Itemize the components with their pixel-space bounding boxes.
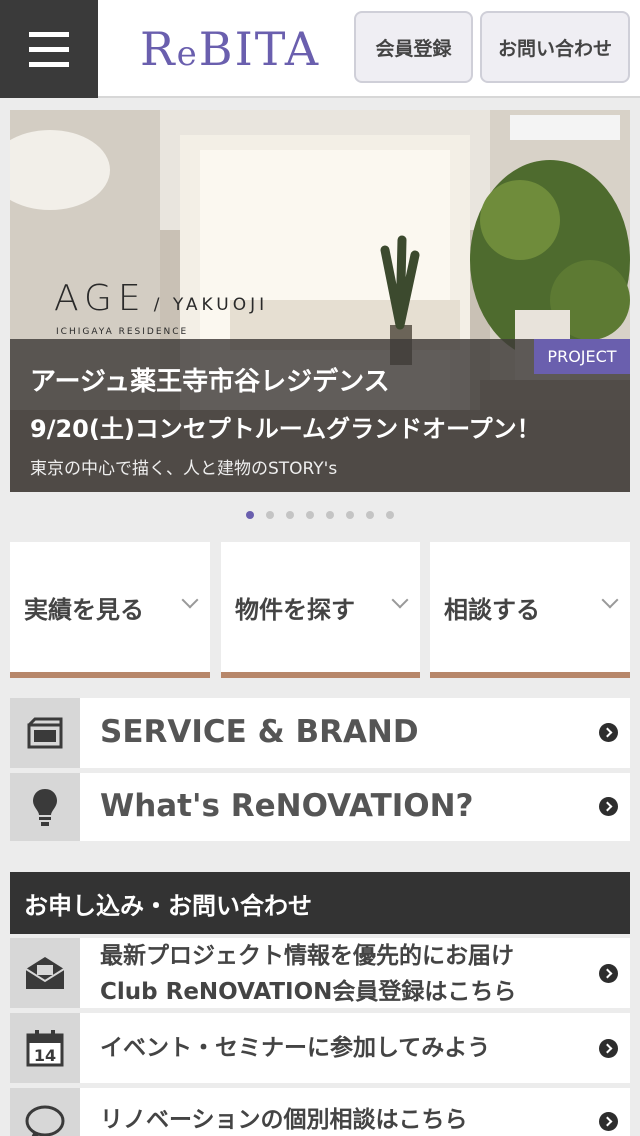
tile-consult[interactable]: 相談する (430, 542, 630, 678)
folder-icon (10, 698, 80, 768)
contact-section-header: お申し込み・お問い合わせ (10, 872, 630, 934)
arrow-right-icon (599, 1112, 618, 1131)
hero-subtitle: 9/20(土)コンセプトルームグランドオープン！ (30, 415, 541, 443)
chevron-down-icon (391, 591, 409, 609)
carousel-dot-7[interactable] (366, 511, 374, 519)
link-whats-renovation[interactable]: What's ReNOVATION? (10, 773, 630, 841)
arrow-right-icon (599, 797, 618, 816)
arrow-right-icon (599, 723, 618, 742)
carousel-dot-4[interactable] (306, 511, 314, 519)
hero-carousel[interactable]: AGE / YAKUOJI ICHIGAYA RESIDENCE アージュ薬王寺… (10, 110, 630, 492)
hero-description: 東京の中心で描く、人と建物のSTORY's (30, 459, 338, 479)
member-register-button[interactable]: 会員登録 (354, 11, 473, 83)
lightbulb-icon (10, 773, 80, 841)
project-badge: PROJECT (534, 339, 630, 374)
site-header: Re BITA 会員登録 お問い合わせ (0, 0, 640, 98)
carousel-dot-6[interactable] (346, 511, 354, 519)
contact-button[interactable]: お問い合わせ (480, 11, 630, 83)
contact-item-event-seminar[interactable]: 14 イベント・セミナーに参加してみよう (10, 1013, 630, 1083)
svg-text:14: 14 (34, 1046, 56, 1065)
carousel-dot-1[interactable] (246, 511, 254, 519)
tile-search-property[interactable]: 物件を探す (221, 542, 420, 678)
hamburger-menu-icon[interactable] (0, 0, 98, 98)
arrow-right-icon (599, 1039, 618, 1058)
mail-icon (10, 938, 80, 1008)
chevron-down-icon (601, 591, 619, 609)
carousel-dot-5[interactable] (326, 511, 334, 519)
age-yakuoji-logo: AGE / YAKUOJI ICHIGAYA RESIDENCE (54, 278, 269, 337)
chat-bubble-icon (10, 1088, 80, 1136)
calendar-icon: 14 (10, 1013, 80, 1083)
tile-view-works[interactable]: 実績を見る (10, 542, 210, 678)
contact-item-club-renovation[interactable]: 最新プロジェクト情報を優先的にお届け Club ReNOVATION会員登録はこ… (10, 938, 630, 1008)
carousel-dot-3[interactable] (286, 511, 294, 519)
carousel-dot-8[interactable] (386, 511, 394, 519)
carousel-pagination (246, 511, 406, 519)
chevron-down-icon (181, 591, 199, 609)
rebita-logo[interactable]: Re BITA (140, 22, 320, 76)
carousel-dot-2[interactable] (266, 511, 274, 519)
link-service-brand[interactable]: SERVICE & BRAND (10, 698, 630, 768)
arrow-right-icon (599, 964, 618, 983)
hero-title: アージュ薬王寺市谷レジデンス (30, 367, 390, 397)
contact-item-consultation[interactable]: リノベーションの個別相談はこちら (10, 1088, 630, 1136)
